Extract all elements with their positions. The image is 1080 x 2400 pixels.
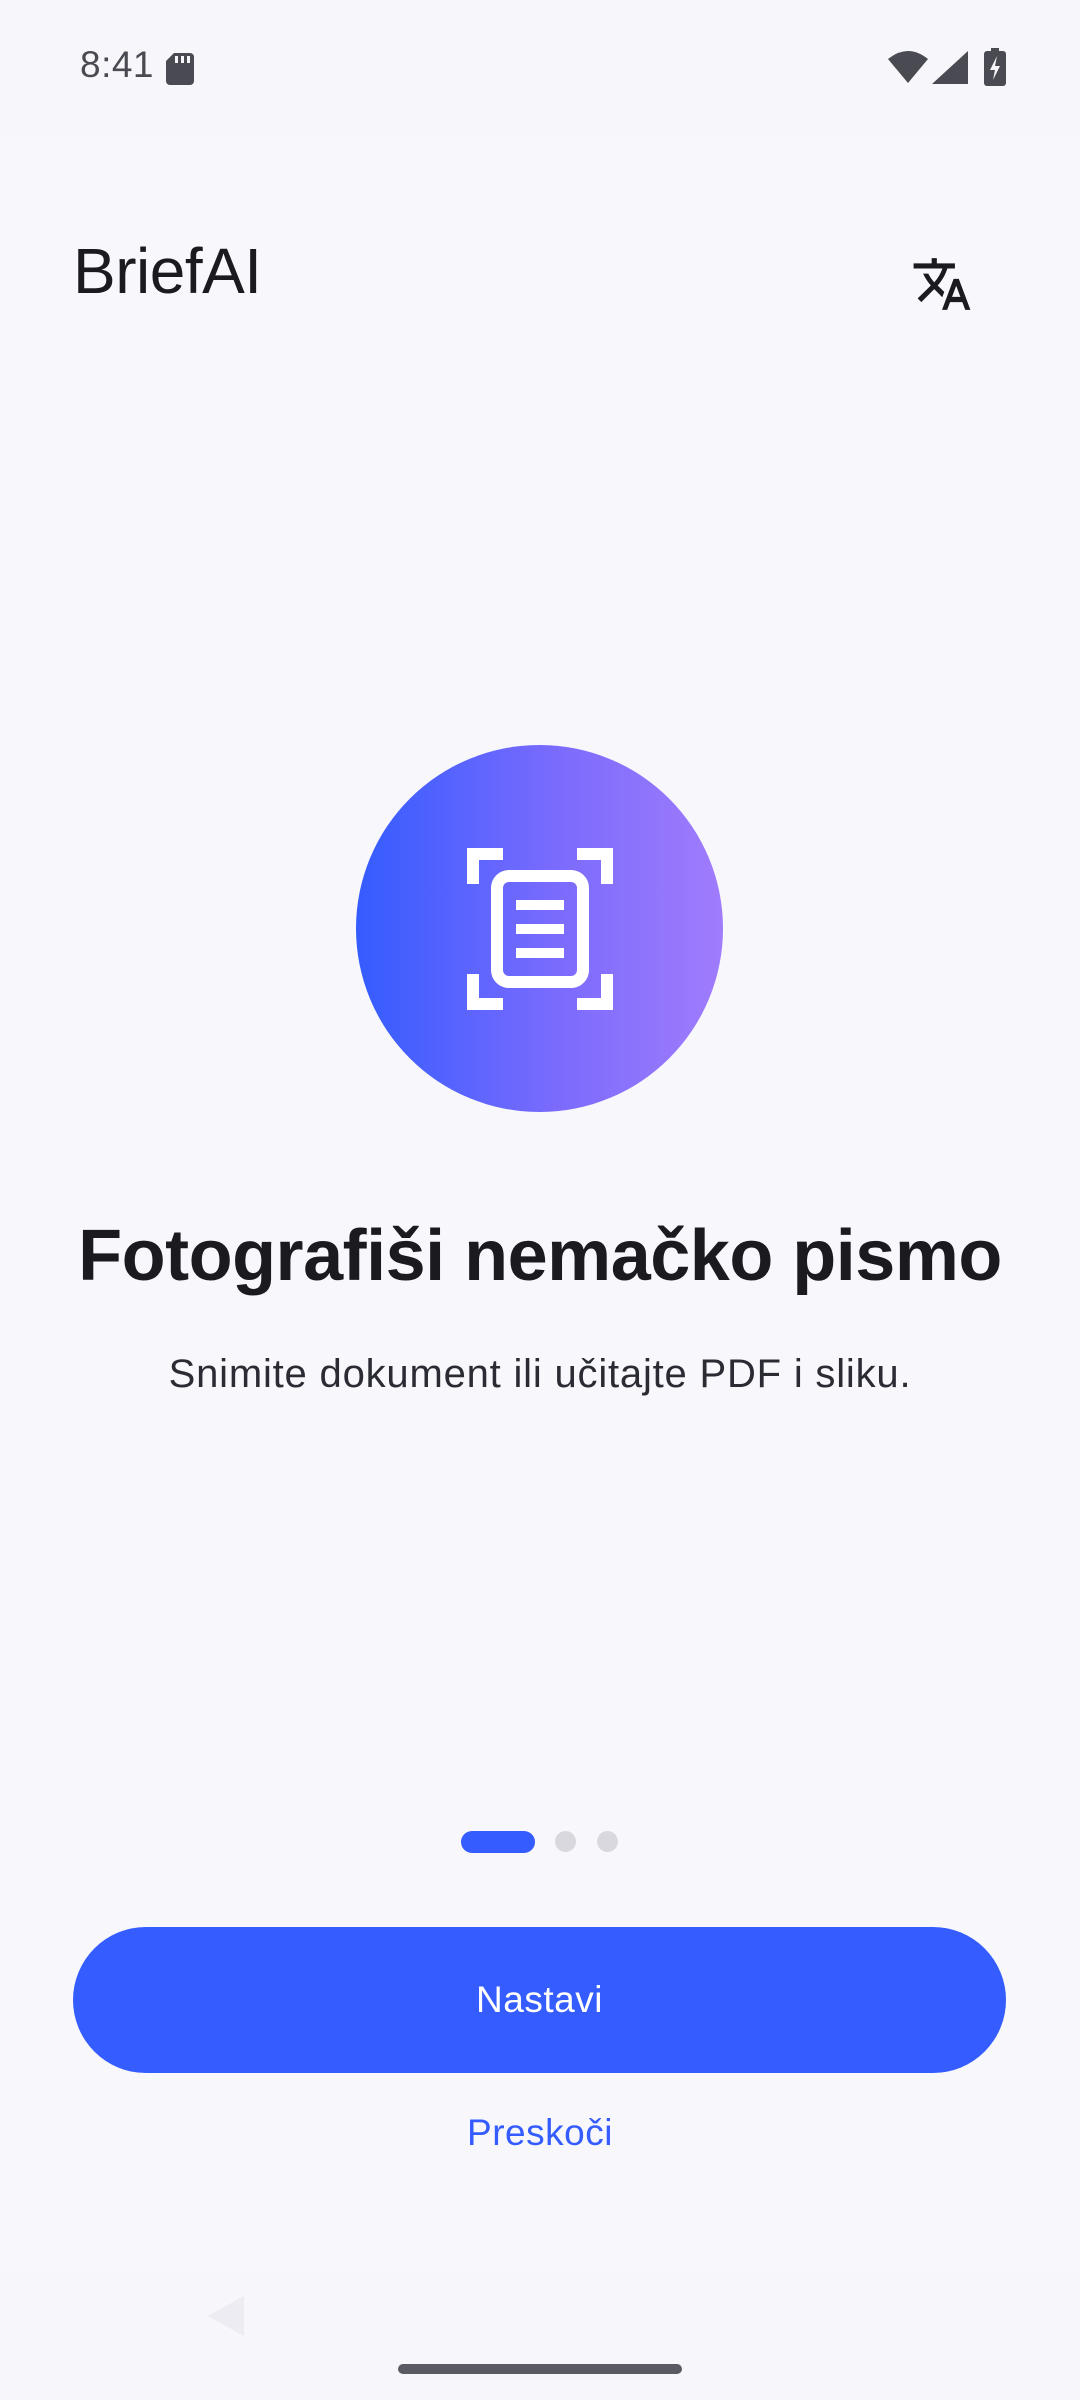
page-indicator xyxy=(0,1831,1080,1853)
document-scan-icon xyxy=(466,847,613,1010)
home-handle[interactable] xyxy=(398,2364,682,2374)
navigation-bar xyxy=(0,2270,1080,2400)
continue-button[interactable]: Nastavi xyxy=(73,1927,1006,2073)
wifi-icon xyxy=(888,51,928,83)
onboarding-subtitle: Snimite dokument ili učitajte PDF i slik… xyxy=(168,1352,912,1396)
page-dot xyxy=(597,1831,618,1852)
sd-card-icon xyxy=(166,53,194,85)
language-button[interactable] xyxy=(880,222,1004,346)
hero-illustration xyxy=(356,745,723,1112)
status-time: 8:41 xyxy=(80,44,155,85)
translate-icon xyxy=(913,258,971,310)
page-dot xyxy=(555,1831,576,1852)
cell-signal-icon xyxy=(932,51,968,84)
app-title: BriefAI xyxy=(73,235,262,307)
back-icon[interactable] xyxy=(204,2294,248,2338)
onboarding-title: Fotografiši nemačko pismo xyxy=(78,1216,1002,1296)
skip-button[interactable]: Preskoči xyxy=(0,2112,1080,2154)
battery-charging-icon xyxy=(984,48,1006,86)
page-dot-active xyxy=(461,1831,535,1853)
status-bar: 8:41 xyxy=(0,0,1080,134)
